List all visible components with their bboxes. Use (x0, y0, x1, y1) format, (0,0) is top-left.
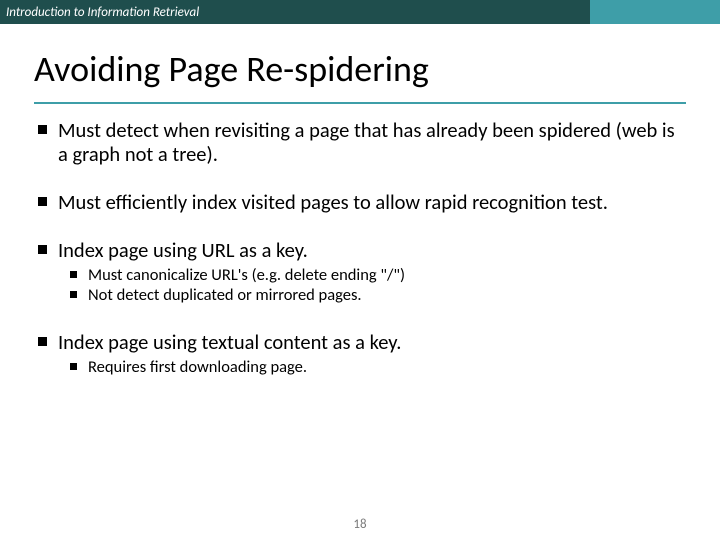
list-item: Index page using URL as a key. Must cano… (34, 238, 686, 305)
bullet-text: Must efficiently index visited pages to … (58, 189, 608, 215)
list-item: Must efficiently index visited pages to … (34, 190, 686, 214)
header-course-title: Introduction to Information Retrieval (6, 5, 199, 20)
header-accent (590, 0, 720, 24)
list-item: Must detect when revisiting a page that … (34, 118, 686, 166)
list-item: Requires first downloading page. (66, 357, 686, 377)
bullet-list: Must detect when revisiting a page that … (34, 118, 686, 377)
bullet-text: Must detect when revisiting a page that … (58, 117, 675, 167)
slide-title: Avoiding Page Re-spidering (34, 50, 686, 90)
sub-bullet-list: Must canonicalize URL's (e.g. delete end… (58, 265, 686, 305)
bullet-text: Index page using URL as a key. (58, 237, 308, 263)
sub-bullet-text: Must canonicalize URL's (e.g. delete end… (88, 265, 405, 285)
header-bar: Introduction to Information Retrieval (0, 0, 720, 24)
sub-bullet-list: Requires first downloading page. (58, 357, 686, 377)
title-container: Avoiding Page Re-spidering (0, 24, 720, 96)
sub-bullet-text: Requires first downloading page. (88, 357, 307, 377)
list-item: Not detect duplicated or mirrored pages. (66, 285, 686, 305)
page-number: 18 (0, 517, 720, 532)
sub-bullet-text: Not detect duplicated or mirrored pages. (88, 285, 362, 305)
content-area: Must detect when revisiting a page that … (0, 104, 720, 377)
list-item: Index page using textual content as a ke… (34, 330, 686, 377)
bullet-text: Index page using textual content as a ke… (58, 329, 401, 355)
list-item: Must canonicalize URL's (e.g. delete end… (66, 265, 686, 285)
